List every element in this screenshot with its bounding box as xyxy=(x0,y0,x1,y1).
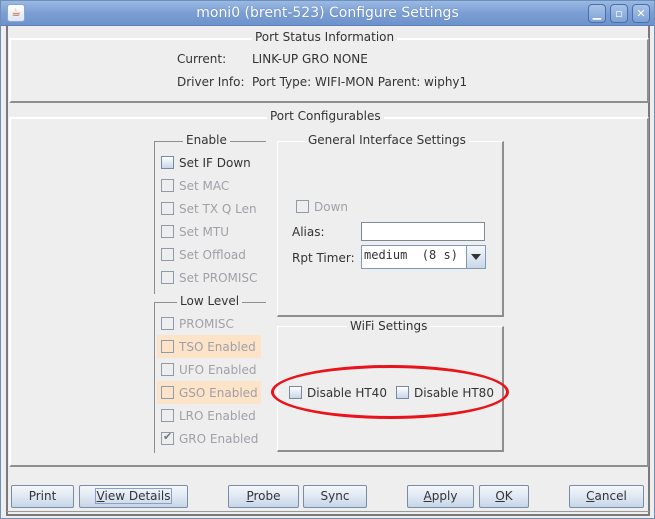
checkbox-box[interactable] xyxy=(161,225,174,238)
sync-button[interactable]: Sync xyxy=(303,485,367,508)
print-label: Print xyxy=(28,489,57,503)
low-level-border xyxy=(154,302,155,453)
checkbox-box[interactable] xyxy=(161,363,174,376)
minimize-button[interactable]: ▁ xyxy=(588,4,606,23)
set-offload-checkbox[interactable]: Set Offload xyxy=(161,244,246,265)
wifi-settings-title: WiFi Settings xyxy=(347,319,431,333)
checkbox-label: GRO Enabled xyxy=(179,431,259,446)
general-interface-title: General Interface Settings xyxy=(305,133,469,147)
lro-enabled-checkbox[interactable]: LRO Enabled xyxy=(161,405,256,426)
mnemonic: V xyxy=(96,489,105,503)
label-rest: ancel xyxy=(594,489,627,503)
rpt-timer-select[interactable]: medium (8 s) xyxy=(361,245,486,269)
apply-label: Apply xyxy=(424,489,458,503)
minimize-icon: ▁ xyxy=(592,7,602,20)
sync-label: Sync xyxy=(320,489,350,503)
checkbox-box[interactable]: ✔ xyxy=(161,430,174,445)
checkbox-box[interactable] xyxy=(161,202,174,215)
checkbox-label: GSO Enabled xyxy=(179,385,258,400)
gro-enabled-checkbox[interactable]: ✔ GRO Enabled xyxy=(161,428,258,449)
dropdown-button[interactable] xyxy=(466,246,485,268)
down-checkbox[interactable]: Down xyxy=(296,196,348,217)
label-rest: iew Details xyxy=(104,489,171,503)
low-level-title: Low Level xyxy=(177,294,243,308)
checkbox-label: Set Offload xyxy=(179,247,246,262)
driver-info-label: Driver Info: xyxy=(177,75,245,89)
checkbox-box[interactable] xyxy=(161,248,174,261)
mnemonic: O xyxy=(495,489,505,503)
label-rest: K xyxy=(504,489,513,503)
close-button[interactable]: ✕ xyxy=(632,4,650,23)
port-status-border xyxy=(9,38,649,103)
current-label: Current: xyxy=(177,52,227,66)
window-title: moni0 (brent-523) Configure Settings xyxy=(196,5,459,21)
set-if-down-checkbox[interactable]: Set IF Down xyxy=(161,152,251,173)
ufo-enabled-checkbox[interactable]: UFO Enabled xyxy=(161,359,256,380)
checkbox-box[interactable] xyxy=(161,156,174,169)
checkbox-label: Set TX Q Len xyxy=(179,201,257,216)
print-button[interactable]: Print xyxy=(11,485,74,508)
maximize-button[interactable]: ▫ xyxy=(610,4,628,23)
view-details-label: View Details xyxy=(94,488,173,504)
title-bar[interactable]: ☕ moni0 (brent-523) Configure Settings ▁… xyxy=(1,1,654,26)
driver-info-value: Port Type: WIFI-MON Parent: wiphy1 xyxy=(252,75,468,89)
checkbox-label: Set MTU xyxy=(179,224,229,239)
checkbox-label: Set PROMISC xyxy=(179,270,258,285)
chevron-down-icon xyxy=(471,254,481,260)
rpt-timer-value: medium (8 s) xyxy=(364,248,458,262)
annotation-ellipse xyxy=(271,365,509,419)
set-tx-q-len-checkbox[interactable]: Set TX Q Len xyxy=(161,198,257,219)
checkbox-box[interactable] xyxy=(296,200,309,213)
checkbox-label: LRO Enabled xyxy=(179,408,256,423)
probe-label: Probe xyxy=(246,489,280,503)
checkbox-box[interactable] xyxy=(161,317,174,330)
set-mac-checkbox[interactable]: Set MAC xyxy=(161,175,229,196)
checkbox-box[interactable] xyxy=(161,409,174,422)
cancel-label: Cancel xyxy=(586,489,627,503)
port-status-title: Port Status Information xyxy=(252,30,398,44)
close-icon: ✕ xyxy=(636,7,646,20)
port-configurables-title: Port Configurables xyxy=(267,109,384,123)
checkbox-label: Set MAC xyxy=(179,178,230,193)
current-value: LINK-UP GRO NONE xyxy=(252,52,368,66)
checkbox-label: Set IF Down xyxy=(179,155,251,170)
set-mtu-checkbox[interactable]: Set MTU xyxy=(161,221,229,242)
apply-button[interactable]: Apply xyxy=(407,485,474,508)
promisc-checkbox[interactable]: PROMISC xyxy=(161,313,234,334)
alias-input[interactable] xyxy=(361,222,485,241)
checkbox-box[interactable] xyxy=(161,179,174,192)
alias-label: Alias: xyxy=(292,225,325,239)
mnemonic: P xyxy=(246,489,254,503)
label-rest: robe xyxy=(253,489,281,503)
view-details-button[interactable]: View Details xyxy=(79,485,188,508)
maximize-icon: ▫ xyxy=(615,7,623,20)
cancel-button[interactable]: Cancel xyxy=(569,485,644,508)
probe-button[interactable]: Probe xyxy=(228,485,299,508)
tso-enabled-checkbox[interactable]: TSO Enabled xyxy=(157,335,261,358)
ok-button[interactable]: OK xyxy=(479,485,529,508)
checkbox-box[interactable] xyxy=(161,386,174,399)
checkbox-label: PROMISC xyxy=(179,316,234,331)
checkbox-label: Down xyxy=(314,199,349,214)
bottom-separator xyxy=(7,511,649,512)
mnemonic: A xyxy=(423,489,432,503)
checkbox-box[interactable] xyxy=(161,340,174,353)
checkbox-box[interactable] xyxy=(161,271,174,284)
enable-title: Enable xyxy=(183,133,230,147)
ok-label: OK xyxy=(495,489,512,503)
checkbox-label: UFO Enabled xyxy=(179,362,257,377)
label-rest: pply xyxy=(431,489,458,503)
configure-settings-window: ☕ moni0 (brent-523) Configure Settings ▁… xyxy=(0,0,655,519)
set-promisc-checkbox[interactable]: Set PROMISC xyxy=(161,267,257,288)
checkmark-icon: ✔ xyxy=(163,430,173,443)
checkbox-label: TSO Enabled xyxy=(179,339,256,354)
gso-enabled-checkbox[interactable]: GSO Enabled xyxy=(157,381,261,404)
rpt-timer-label: Rpt Timer: xyxy=(292,251,355,265)
mnemonic: C xyxy=(586,489,595,503)
